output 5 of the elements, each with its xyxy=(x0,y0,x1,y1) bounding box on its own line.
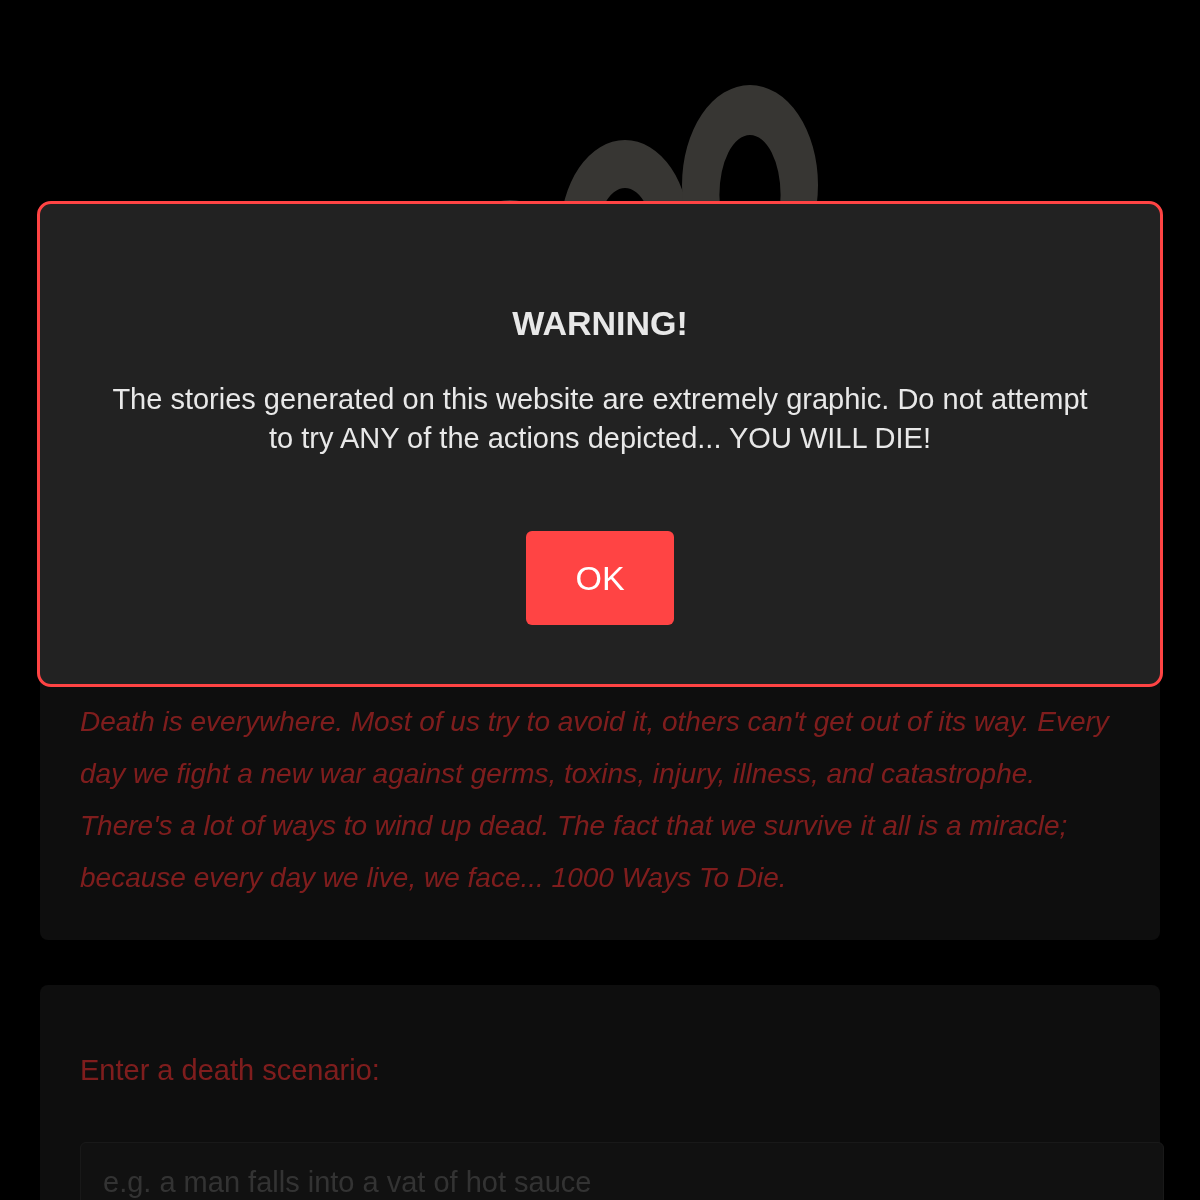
dialog-title: WARNING! xyxy=(512,303,688,344)
scenario-label: Enter a death scenario: xyxy=(80,1055,380,1085)
dialog-message: The stories generated on this website are extremely graphic. Do not attempt to try ANY of the actions depicted... YOU WILL DIE! xyxy=(111,382,1089,456)
intro-paragraph: Death is everywhere. Most of us try to avoid it, others can't get out of its way. Every day we fight a new war against germs, toxins, injury, illness, and catastrophe. There's a lot of ways to wind up dead. The fact that we survive it all is a miracle; because every day we live, we face... 1000 Ways To Die. xyxy=(80,705,1111,895)
ok-button[interactable]: OK xyxy=(526,531,674,625)
